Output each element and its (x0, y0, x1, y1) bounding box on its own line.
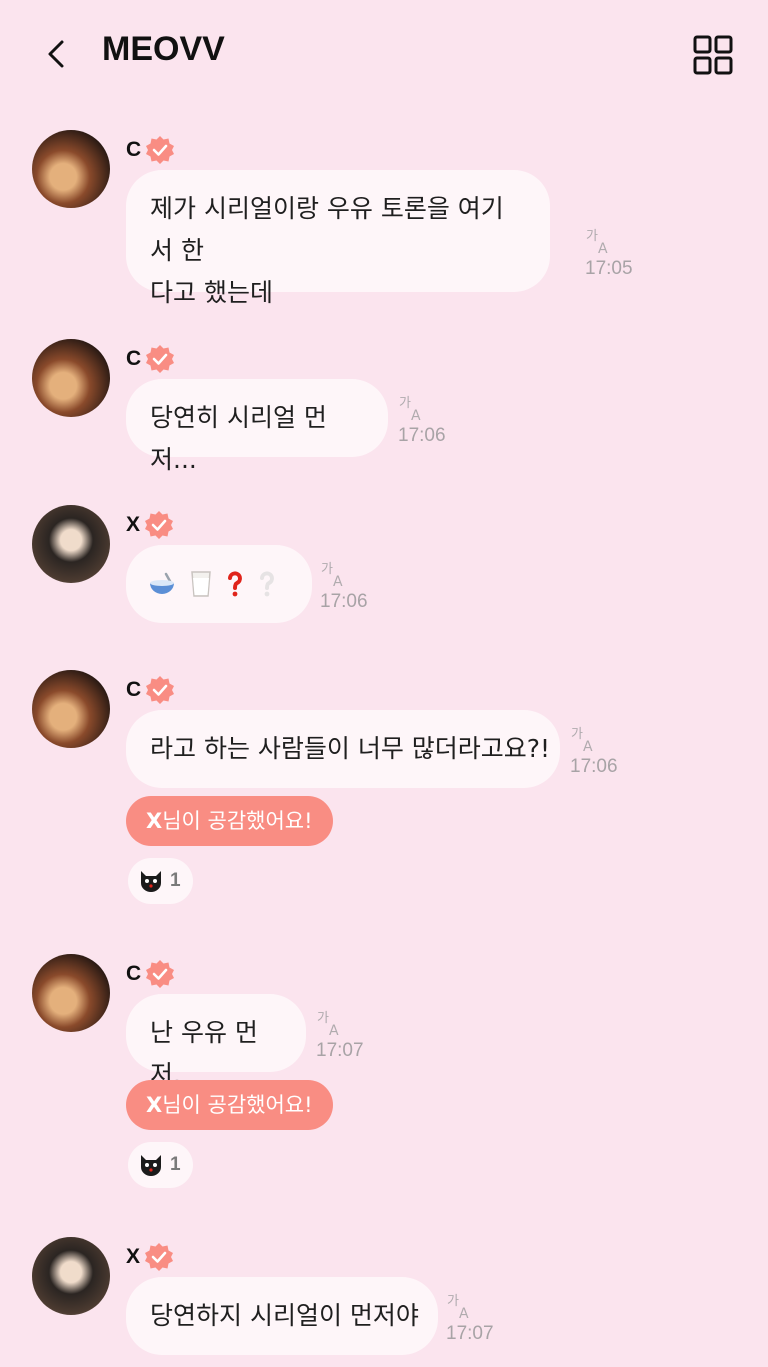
grid-menu-icon[interactable] (692, 34, 734, 76)
verified-badge-icon (145, 511, 174, 539)
header: MEOVV (0, 0, 768, 110)
author-name: X (126, 513, 141, 536)
avatar[interactable] (32, 954, 110, 1032)
svg-text:A: A (598, 241, 608, 256)
author-name: C (126, 347, 142, 370)
timestamp: 17:06 (398, 425, 446, 446)
message-bubble[interactable]: 제가 시리얼이랑 우유 토론을 여기서 한 다고 했는데 (126, 170, 550, 307)
svg-text:A: A (459, 1306, 469, 1321)
verified-badge-icon (146, 345, 175, 373)
avatar[interactable] (32, 1237, 110, 1315)
svg-text:A: A (333, 574, 343, 589)
reaction-count: 1 (170, 870, 181, 891)
timestamp: 17:07 (316, 1040, 364, 1061)
svg-text:가: 가 (571, 727, 583, 742)
verified-badge-icon (146, 960, 175, 988)
author-row: C (126, 135, 175, 165)
reaction-user: X (146, 1093, 163, 1117)
svg-text:가: 가 (586, 229, 598, 244)
message-line: 다고 했는데 (150, 278, 273, 307)
reaction-notice[interactable]: X님이 공감했어요! (126, 1080, 333, 1130)
author-row: X (126, 1242, 174, 1272)
svg-text:가: 가 (317, 1011, 329, 1026)
message-line: 당연하지 시리얼이 먼저야 (150, 1301, 419, 1330)
svg-text:가: 가 (399, 396, 411, 411)
author-row: C (126, 959, 175, 989)
timestamp: 17:05 (585, 258, 633, 279)
avatar[interactable] (32, 505, 110, 583)
verified-badge-icon (145, 1243, 174, 1271)
author-row: X (126, 510, 174, 540)
svg-text:가: 가 (321, 562, 333, 577)
author-row: C (126, 675, 175, 705)
reaction-count-pill[interactable]: 1 (128, 858, 193, 904)
bowl-spoon-icon (150, 572, 174, 594)
author-name: C (126, 678, 142, 701)
message-line: 제가 시리얼이랑 우유 토론을 여기서 한 (150, 194, 504, 265)
avatar[interactable] (32, 670, 110, 748)
translate-icon[interactable]: 가 A (585, 226, 615, 256)
svg-text:A: A (329, 1023, 339, 1038)
author-name: C (126, 138, 142, 161)
svg-text:A: A (583, 739, 593, 754)
message-meta: 가 A 17:07 (446, 1291, 494, 1345)
timestamp: 17:06 (570, 756, 618, 777)
reaction-text: 님이 공감했어요! (162, 809, 313, 833)
message-meta: 가 A 17:05 (585, 226, 633, 280)
translate-icon[interactable]: 가 A (398, 393, 428, 423)
black-cat-icon (141, 1155, 161, 1176)
translate-icon[interactable]: 가 A (570, 724, 600, 754)
message-bubble[interactable]: 라고 하는 사람들이 너무 많더라고요?! (126, 710, 560, 788)
translate-icon[interactable]: 가 A (446, 1291, 476, 1321)
author-name: C (126, 962, 142, 985)
message-bubble[interactable]: 당연히 시리얼 먼저... (126, 379, 388, 474)
author-name: X (126, 1245, 141, 1268)
reaction-user: X (146, 809, 163, 833)
reaction-text: 님이 공감했어요! (162, 1093, 313, 1117)
reaction-count-pill[interactable]: 1 (128, 1142, 193, 1188)
message-meta: 가 A 17:07 (316, 1008, 364, 1062)
page-title: MEOVV (102, 30, 225, 68)
red-question-icon (228, 571, 242, 597)
black-cat-icon (141, 871, 161, 892)
verified-badge-icon (146, 676, 175, 704)
translate-icon[interactable]: 가 A (320, 559, 350, 589)
author-row: C (126, 344, 175, 374)
message-meta: 가 A 17:06 (398, 393, 446, 447)
white-question-icon (260, 571, 274, 597)
message-meta: 가 A 17:06 (570, 724, 618, 778)
message-line: 당연히 시리얼 먼저... (150, 403, 327, 474)
avatar[interactable] (32, 339, 110, 417)
svg-text:가: 가 (447, 1294, 459, 1309)
timestamp: 17:06 (320, 591, 368, 612)
svg-text:A: A (411, 408, 421, 423)
timestamp: 17:07 (446, 1323, 494, 1344)
translate-icon[interactable]: 가 A (316, 1008, 346, 1038)
avatar[interactable] (32, 130, 110, 208)
message-bubble[interactable]: 난 우유 먼저. (126, 994, 306, 1089)
reaction-count: 1 (170, 1154, 181, 1175)
message-bubble[interactable]: 당연하지 시리얼이 먼저야 (126, 1277, 438, 1355)
reaction-notice[interactable]: X님이 공감했어요! (126, 796, 333, 846)
message-bubble[interactable] (126, 545, 312, 623)
message-meta: 가 A 17:06 (320, 559, 368, 613)
milk-glass-icon (191, 571, 211, 597)
message-line: 라고 하는 사람들이 너무 많더라고요?! (150, 734, 551, 763)
back-icon[interactable] (38, 36, 74, 72)
verified-badge-icon (146, 136, 175, 164)
